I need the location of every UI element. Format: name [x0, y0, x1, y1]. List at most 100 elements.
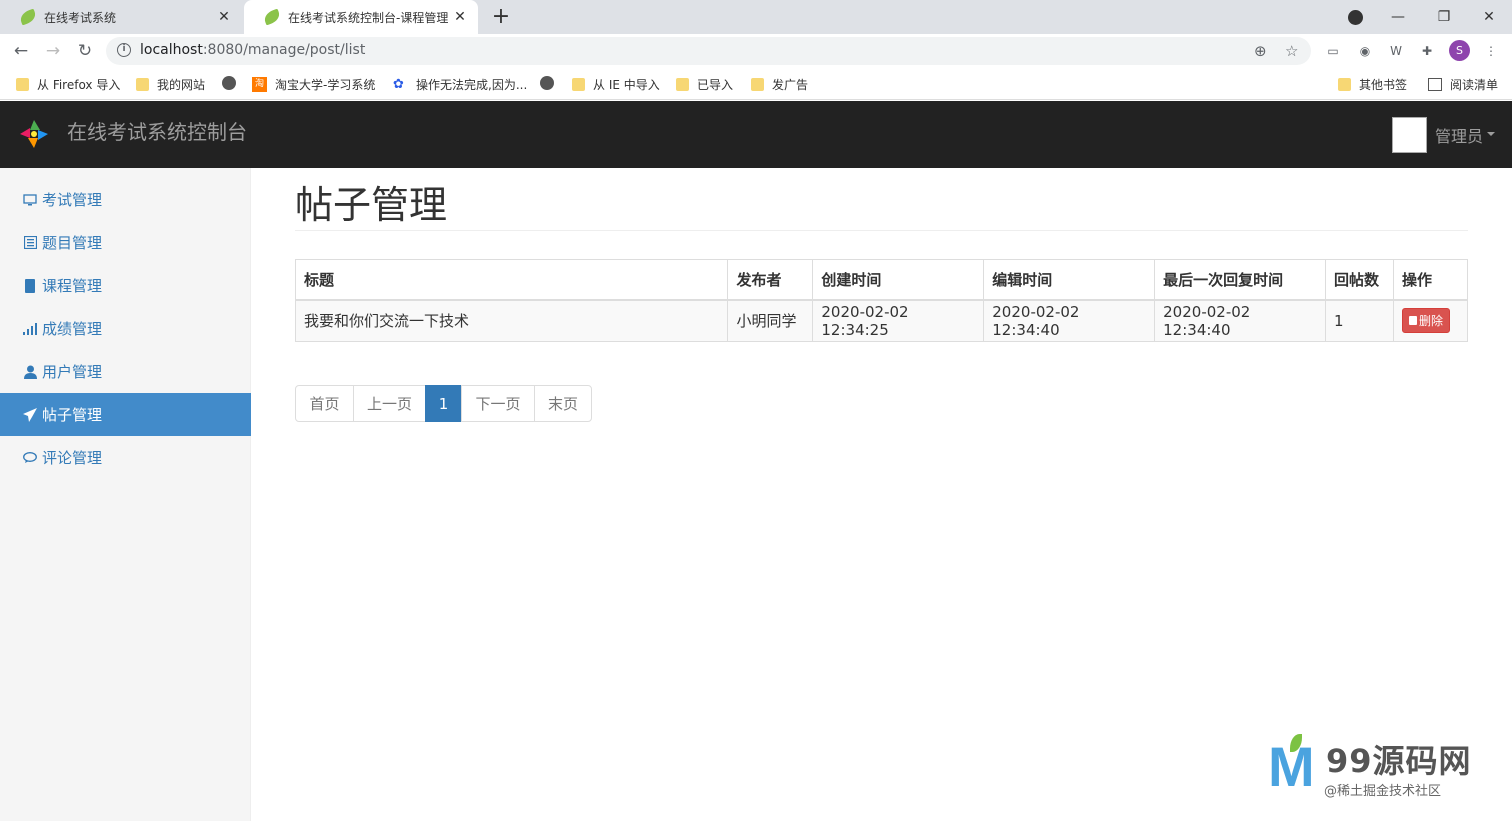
- app-logo-icon: [20, 120, 48, 148]
- bookmark-item[interactable]: 从 IE 中导入: [572, 76, 660, 93]
- send-icon: [22, 407, 38, 423]
- sidebar-item-posts[interactable]: 帖子管理: [0, 393, 251, 436]
- cell-edited: 2020-02-02 12:34:40: [983, 299, 1156, 342]
- pager-current[interactable]: 1: [425, 385, 462, 422]
- puzzle-icon[interactable]: ✚: [1418, 42, 1436, 60]
- bookmark-star-icon[interactable]: ☆: [1285, 42, 1298, 60]
- folder-icon: [1338, 78, 1351, 91]
- folder-icon: [572, 78, 585, 91]
- delete-button[interactable]: 删除: [1401, 308, 1450, 334]
- browser-toolbar: ← → ↻ i localhost:8080/manage/post/list …: [0, 34, 1512, 68]
- bookmark-item[interactable]: 发广告: [751, 76, 808, 93]
- site-info-icon[interactable]: i: [117, 43, 131, 57]
- taobao-icon: 淘: [252, 77, 267, 92]
- bookmark-item[interactable]: 其他书签: [1338, 76, 1407, 93]
- watermark-title: 99源码网: [1326, 742, 1472, 780]
- reading-list[interactable]: 阅读清单: [1428, 76, 1498, 93]
- camera-icon[interactable]: ◉: [1356, 42, 1374, 60]
- watermark: M 99源码网 @稀土掘金技术社区: [1268, 734, 1498, 806]
- globe-icon: [540, 76, 554, 90]
- tab-title: 在线考试系统: [44, 10, 117, 25]
- browser-tab[interactable]: 在线考试系统 ✕: [0, 0, 242, 34]
- browser-tab-strip: 在线考试系统 ✕ 在线考试系统控制台-课程管理 ✕ + — ❐ ✕: [0, 0, 1512, 34]
- forward-icon[interactable]: →: [41, 39, 65, 63]
- pager-next[interactable]: 下一页: [461, 385, 535, 422]
- leaf-favicon-icon: [18, 8, 38, 26]
- cell-author: 小明同学: [727, 299, 814, 342]
- address-bar[interactable]: i localhost:8080/manage/post/list ⊕ ☆: [106, 37, 1311, 65]
- reload-icon[interactable]: ↻: [73, 39, 97, 63]
- sidebar-item-scores[interactable]: 成绩管理: [0, 307, 251, 350]
- folder-icon: [16, 78, 29, 91]
- column-header-edited: 编辑时间: [983, 259, 1156, 301]
- sidebar-item-courses[interactable]: 课程管理: [0, 264, 251, 307]
- column-header-reply-count: 回帖数: [1325, 259, 1394, 301]
- caret-down-icon[interactable]: [1487, 132, 1495, 136]
- cell-reply-count: 1: [1325, 299, 1394, 342]
- column-header-title: 标题: [294, 259, 729, 301]
- back-icon[interactable]: ←: [9, 39, 33, 63]
- list-alt-icon: [22, 235, 38, 251]
- page-title: 帖子管理: [295, 183, 448, 227]
- book-icon: [22, 278, 38, 294]
- minimize-icon[interactable]: —: [1375, 0, 1421, 34]
- bookmark-item[interactable]: 淘淘宝大学-学习系统: [252, 76, 375, 93]
- column-header-created: 创建时间: [812, 259, 985, 301]
- bookmark-item[interactable]: 从 Firefox 导入: [16, 76, 120, 93]
- app-brand[interactable]: 在线考试系统控制台: [67, 116, 247, 145]
- watermark-subtitle: @稀土掘金技术社区: [1324, 784, 1442, 799]
- column-header-actions: 操作: [1392, 259, 1469, 301]
- cell-actions: 删除: [1392, 299, 1469, 342]
- close-tab-icon[interactable]: ✕: [452, 9, 468, 25]
- w-extension-icon[interactable]: W: [1387, 42, 1405, 60]
- sidebar-item-users[interactable]: 用户管理: [0, 350, 251, 393]
- profile-avatar[interactable]: S: [1449, 40, 1470, 61]
- bookmark-item[interactable]: [222, 76, 244, 90]
- table-row: 我要和你们交流一下技术 小明同学 2020-02-02 12:34:25 202…: [294, 299, 1469, 342]
- new-tab-icon[interactable]: +: [490, 4, 512, 30]
- tab-title: 在线考试系统控制台-课程管理: [288, 10, 449, 25]
- pager-first[interactable]: 首页: [295, 385, 354, 422]
- extension-icon[interactable]: ▭: [1324, 42, 1342, 60]
- cell-last-reply: 2020-02-02 12:34:40: [1154, 299, 1327, 342]
- bookmark-item[interactable]: ✿ 操作无法完成,因为...: [393, 76, 527, 93]
- user-menu-label[interactable]: 管理员: [1435, 123, 1483, 147]
- avatar[interactable]: [1392, 117, 1427, 153]
- pager-prev[interactable]: 上一页: [353, 385, 426, 422]
- restore-icon[interactable]: ❐: [1421, 0, 1467, 34]
- bookmark-item[interactable]: 已导入: [676, 76, 733, 93]
- signal-icon: [22, 321, 38, 337]
- bookmark-item[interactable]: 我的网站: [136, 76, 205, 93]
- bookmarks-bar: 从 Firefox 导入 我的网站 淘淘宝大学-学习系统 ✿ 操作无法完成,因为.…: [0, 68, 1512, 100]
- zoom-icon[interactable]: ⊕: [1254, 42, 1267, 60]
- close-tab-icon[interactable]: ✕: [216, 9, 232, 25]
- tab-search-icon[interactable]: [1348, 10, 1363, 25]
- comment-icon: [22, 450, 38, 466]
- pager-last[interactable]: 末页: [534, 385, 592, 422]
- column-header-last-reply: 最后一次回复时间: [1154, 259, 1327, 301]
- reading-list-icon: [1428, 78, 1442, 91]
- user-icon: [22, 364, 38, 380]
- posts-table: 标题 发布者 创建时间 编辑时间 最后一次回复时间 回帖数 操作 我要和你们交流…: [294, 259, 1469, 342]
- cell-created: 2020-02-02 12:34:25: [812, 299, 985, 342]
- table-header-row: 标题 发布者 创建时间 编辑时间 最后一次回复时间 回帖数 操作: [294, 259, 1469, 301]
- sidebar-item-exam[interactable]: 考试管理: [0, 178, 251, 221]
- window-close-icon[interactable]: ✕: [1466, 0, 1512, 34]
- bookmark-item[interactable]: [540, 76, 562, 90]
- url-text: localhost:8080/manage/post/list: [140, 42, 366, 58]
- menu-dots-icon[interactable]: ⋮: [1482, 42, 1500, 60]
- title-divider: [295, 230, 1468, 231]
- folder-icon: [136, 78, 149, 91]
- trash-icon: [1408, 316, 1417, 326]
- column-header-author: 发布者: [727, 259, 814, 301]
- sidebar-item-questions[interactable]: 题目管理: [0, 221, 251, 264]
- leaf-favicon-icon: [262, 8, 282, 26]
- baidu-paw-icon: ✿: [393, 77, 404, 92]
- pagination: 首页 上一页 1 下一页 末页: [295, 385, 592, 422]
- app-navbar: 在线考试系统控制台 管理员: [0, 101, 1512, 168]
- cell-title: 我要和你们交流一下技术: [294, 299, 729, 342]
- sidebar-item-comments[interactable]: 评论管理: [0, 436, 251, 479]
- browser-tab-active[interactable]: 在线考试系统控制台-课程管理 ✕: [244, 0, 478, 34]
- sidebar: 考试管理 题目管理 课程管理 成绩管理 用户管理 帖子管理 评论管理: [0, 168, 251, 821]
- monitor-icon: [22, 192, 38, 208]
